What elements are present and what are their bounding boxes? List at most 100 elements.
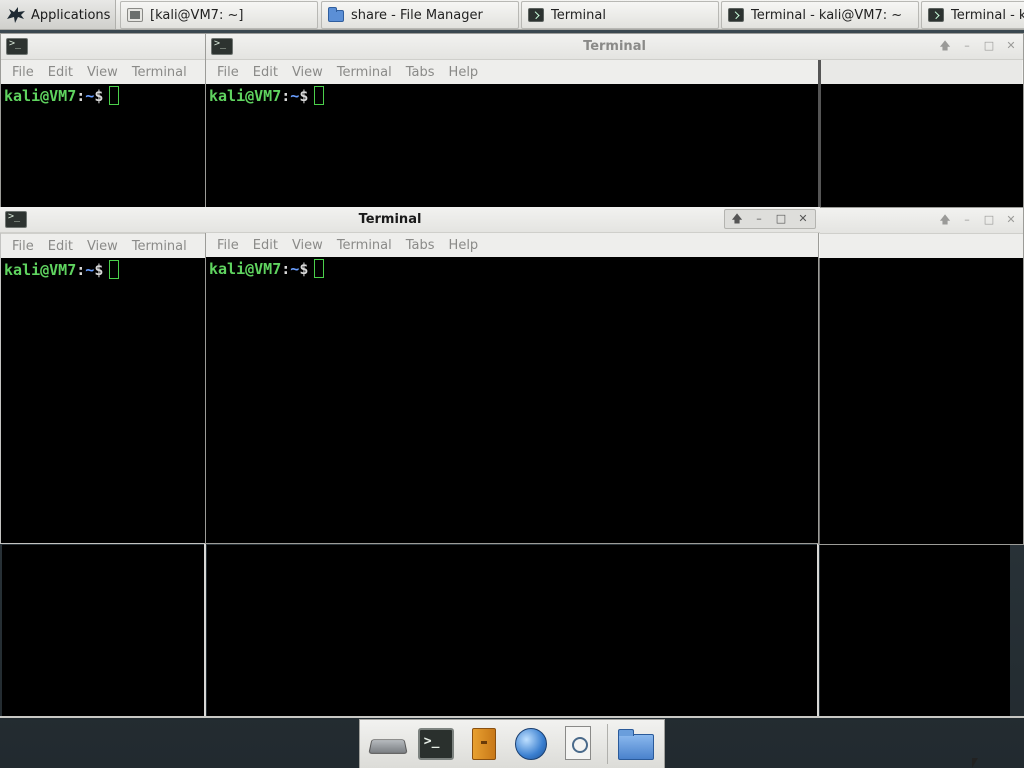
menu-edit[interactable]: Edit — [41, 65, 80, 80]
menubar: File Edit View Terminal — [1, 60, 206, 84]
background-terminal-pane — [820, 545, 1010, 716]
shade-up-icon[interactable]: 🡅 — [937, 212, 953, 228]
terminal-icon — [928, 8, 944, 22]
menu-view[interactable]: View — [80, 65, 125, 80]
menu-help[interactable]: Help — [442, 65, 486, 80]
background-terminal-pane — [207, 545, 817, 716]
window-titlebar[interactable]: Terminal 🡅 – □ ✕ — [0, 207, 820, 233]
text-cursor — [314, 86, 325, 105]
menu-terminal[interactable]: Terminal — [125, 65, 194, 80]
menu-edit[interactable]: Edit — [246, 65, 285, 80]
close-icon[interactable]: ✕ — [1003, 38, 1019, 54]
prompt-user-host: kali@VM7 — [209, 260, 282, 278]
shell-prompt: kali@VM7:~$ — [4, 86, 120, 106]
prompt-separator: : — [281, 87, 291, 105]
terminal-window-right[interactable]: 🡅 – □ ✕ — [818, 207, 1024, 545]
file-cabinet-icon — [471, 728, 496, 760]
terminal-icon — [528, 8, 544, 22]
applications-menu-button[interactable]: Applications — [0, 0, 116, 29]
minimize-icon[interactable]: – — [959, 212, 975, 228]
maximize-icon[interactable]: □ — [773, 211, 789, 227]
terminal-area[interactable]: kali@VM7:~$ — [206, 257, 818, 543]
kali-dragon-icon — [7, 7, 25, 23]
window-title: Terminal — [358, 212, 422, 227]
minimize-icon[interactable]: – — [959, 38, 975, 54]
terminal-icon — [6, 38, 28, 55]
dock-web-browser[interactable] — [511, 724, 551, 764]
pane-divider — [0, 716, 1024, 718]
menu-view[interactable]: View — [285, 65, 330, 80]
menubar: File Edit View Terminal Tabs Help — [206, 233, 818, 257]
menubar — [819, 234, 1023, 258]
minimize-icon[interactable]: – — [751, 211, 767, 227]
window-controls: 🡅 – □ ✕ — [937, 212, 1019, 228]
prompt-separator: : — [281, 260, 291, 278]
prompt-symbol: $ — [299, 260, 309, 278]
terminal-pane-active[interactable]: File Edit View Terminal Tabs Help kali@V… — [205, 233, 819, 544]
dock-show-desktop[interactable] — [368, 724, 408, 764]
shade-up-icon[interactable]: 🡅 — [729, 211, 745, 227]
taskbar-button-terminal[interactable]: Terminal — [521, 1, 719, 29]
terminal-icon — [728, 8, 744, 22]
prompt-symbol: $ — [299, 87, 309, 105]
taskbar-label: share - File Manager — [351, 7, 483, 23]
shell-prompt: kali@VM7:~$ — [209, 86, 325, 106]
menu-view[interactable]: View — [285, 238, 330, 253]
prompt-path: ~ — [290, 260, 300, 278]
terminal-window-top[interactable]: Terminal 🡅 – □ ✕ File Edit View Terminal… — [205, 33, 1024, 213]
terminal-icon — [127, 8, 143, 22]
menu-file[interactable]: File — [210, 65, 246, 80]
dock-file-cabinet[interactable] — [464, 724, 504, 764]
menu-edit[interactable]: Edit — [246, 238, 285, 253]
prompt-path: ~ — [85, 87, 95, 105]
taskbar-button-terminal-k[interactable]: Terminal - k — [921, 1, 1024, 29]
menubar: File Edit View Terminal Tabs Help — [206, 60, 818, 84]
prompt-separator: : — [76, 87, 86, 105]
dock-app-finder[interactable] — [559, 724, 599, 764]
mouse-pointer-icon — [972, 758, 978, 768]
maximize-icon[interactable]: □ — [981, 212, 997, 228]
terminal-area[interactable] — [819, 258, 1023, 544]
dock-terminal[interactable] — [416, 724, 456, 764]
taskbar-label: Terminal - k — [951, 7, 1024, 23]
window-titlebar[interactable] — [1, 34, 206, 60]
globe-icon — [515, 728, 548, 760]
taskbar-label: [kali@VM7: ~] — [150, 7, 244, 23]
terminal-area[interactable]: kali@VM7:~$ — [1, 84, 206, 212]
search-icon — [565, 726, 592, 760]
drive-icon — [368, 739, 408, 754]
background-terminal-pane — [2, 545, 204, 716]
menu-tabs[interactable]: Tabs — [399, 238, 442, 253]
dock-separator — [607, 724, 609, 764]
menu-tabs[interactable]: Tabs — [399, 65, 442, 80]
close-icon[interactable]: ✕ — [1003, 212, 1019, 228]
taskbar-button-terminal-kali[interactable]: Terminal - kali@VM7: ~ — [721, 1, 919, 29]
prompt-symbol: $ — [94, 87, 104, 105]
shell-prompt: kali@VM7:~$ — [209, 259, 325, 279]
top-panel: Applications [kali@VM7: ~] share - File … — [0, 0, 1024, 30]
pane-divider — [818, 60, 821, 210]
folder-icon — [617, 729, 654, 760]
menu-terminal[interactable]: Terminal — [330, 65, 399, 80]
window-titlebar[interactable]: Terminal 🡅 – □ ✕ — [206, 34, 1023, 60]
folder-icon — [328, 7, 344, 22]
text-cursor — [314, 259, 325, 278]
menu-terminal[interactable]: Terminal — [330, 238, 399, 253]
close-icon[interactable]: ✕ — [795, 211, 811, 227]
menu-help[interactable]: Help — [442, 238, 486, 253]
menu-file[interactable]: File — [5, 65, 41, 80]
menu-file[interactable]: File — [210, 238, 246, 253]
taskbar-label: Terminal — [551, 7, 606, 23]
terminal-icon — [417, 728, 454, 760]
dock-home-folder[interactable] — [616, 724, 656, 764]
shade-up-icon[interactable]: 🡅 — [937, 38, 953, 54]
window-titlebar[interactable]: 🡅 – □ ✕ — [819, 208, 1023, 234]
taskbar-button-kali-terminal[interactable]: [kali@VM7: ~] — [120, 1, 318, 29]
maximize-icon[interactable]: □ — [981, 38, 997, 54]
text-cursor — [109, 86, 120, 105]
dock — [359, 719, 665, 768]
terminal-area[interactable]: kali@VM7:~$ — [206, 84, 1023, 212]
terminal-window-top-left[interactable]: File Edit View Terminal kali@VM7:~$ — [0, 33, 207, 213]
taskbar-button-file-manager[interactable]: share - File Manager — [321, 1, 519, 29]
taskbar-label: Terminal - kali@VM7: ~ — [751, 7, 903, 23]
